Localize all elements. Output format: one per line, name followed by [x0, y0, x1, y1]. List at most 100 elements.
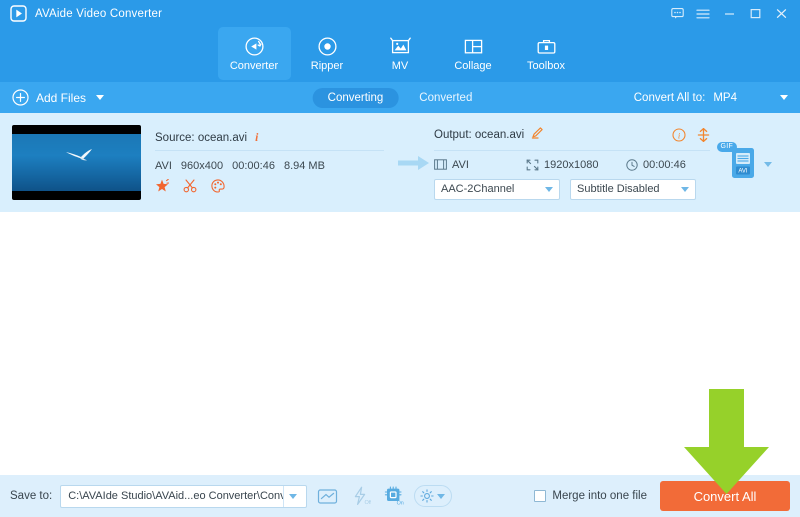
output-track-selects: AAC-2Channel Subtitle Disabled — [434, 178, 710, 200]
source-resolution: 960x400 — [180, 160, 224, 172]
maximize-icon[interactable] — [742, 3, 768, 25]
file-list-area — [0, 212, 800, 475]
audio-chevron-down-icon — [545, 186, 553, 192]
output-resolution-group: 1920x1080 — [526, 159, 626, 171]
tab-toolbox-label: Toolbox — [527, 59, 565, 72]
minimize-icon[interactable] — [716, 3, 742, 25]
converter-icon — [243, 36, 266, 58]
output-format-badge[interactable]: GIF AVI — [716, 141, 759, 182]
info-circle-icon[interactable]: i — [672, 127, 686, 142]
source-info-icon[interactable]: i — [255, 132, 258, 144]
svg-text:i: i — [678, 130, 681, 140]
subtitle-chevron-down-icon — [681, 186, 689, 192]
save-path-value: C:\AVAIde Studio\AVAid...eo Converter\Co… — [68, 490, 282, 502]
open-folder-icon[interactable] — [315, 485, 340, 508]
output-metadata: AVI 1920x1080 00:00:46 — [434, 159, 710, 171]
nav-tab-list: Converter Ripper MV Collage Toolbox — [217, 27, 583, 80]
output-resolution: 1920x1080 — [544, 158, 599, 171]
tab-converter-label: Converter — [229, 59, 279, 72]
collage-icon — [462, 36, 485, 58]
svg-text:On: On — [397, 501, 404, 506]
merge-checkbox-box — [534, 490, 547, 502]
tab-ripper[interactable]: Ripper — [291, 27, 364, 80]
add-files-chevron-down-icon[interactable] — [96, 95, 105, 100]
output-settings-pane: Output: ocean.avi i AVI 1920x1080 00:00:… — [434, 126, 710, 200]
output-header: Output: ocean.avi i — [434, 126, 710, 151]
application-window: AVAide Video Converter Converter Ripper … — [0, 0, 800, 517]
conversion-arrow — [394, 155, 434, 171]
merge-into-one-file-checkbox[interactable]: Merge into one file — [534, 490, 647, 502]
output-duration-group: 00:00:46 — [626, 159, 686, 171]
film-strip-icon — [434, 159, 447, 170]
source-info-pane: Source: ocean.avi i AVI 960x400 00:00:46… — [141, 132, 394, 193]
mv-icon — [389, 36, 412, 58]
subtitle-track-select[interactable]: Subtitle Disabled — [570, 178, 696, 200]
source-tool-icons — [155, 179, 384, 193]
source-duration: 00:00:46 — [232, 160, 275, 172]
trim-scissors-icon[interactable] — [183, 179, 197, 193]
save-to-label: Save to: — [10, 490, 53, 502]
convert-all-to-select[interactable]: MP4 — [713, 92, 788, 104]
tab-mv-label: MV — [391, 59, 409, 72]
merge-checkbox-label: Merge into one file — [552, 490, 647, 502]
output-duration: 00:00:46 — [643, 158, 686, 171]
tab-converted[interactable]: Converted — [404, 88, 487, 108]
gpu-chip-icon[interactable]: On — [381, 485, 406, 508]
tab-mv[interactable]: MV — [364, 27, 437, 80]
menu-icon[interactable] — [690, 3, 716, 25]
title-bar: AVAide Video Converter — [0, 0, 800, 27]
output-format-group: AVI — [434, 159, 526, 171]
video-thumbnail[interactable] — [12, 125, 141, 200]
settings-button[interactable] — [414, 485, 453, 507]
source-metadata: AVI 960x400 00:00:46 8.94 MB — [155, 160, 384, 172]
enhance-icon[interactable] — [155, 179, 169, 193]
save-path-field[interactable]: C:\AVAIde Studio\AVAid...eo Converter\Co… — [60, 484, 308, 508]
tab-toolbox[interactable]: Toolbox — [510, 27, 583, 80]
save-path-chevron-down-icon[interactable] — [282, 485, 303, 507]
app-title: AVAide Video Converter — [35, 7, 163, 20]
tab-collage-label: Collage — [454, 59, 492, 72]
queue-tabs: Converting Converted — [312, 87, 488, 108]
convert-all-to-value: MP4 — [713, 91, 737, 104]
lightning-icon[interactable]: Off — [348, 485, 373, 508]
feedback-icon[interactable] — [664, 3, 690, 25]
output-format-badge-group: GIF AVI — [710, 141, 788, 182]
thumbnail-subject-icon — [65, 148, 92, 160]
bottom-bar: Save to: C:\AVAIde Studio\AVAid...eo Con… — [0, 475, 800, 517]
format-badge-chevron-down-icon[interactable] — [763, 162, 772, 167]
svg-text:Off: Off — [365, 500, 372, 506]
pencil-edit-icon[interactable] — [531, 126, 544, 144]
tab-converter[interactable]: Converter — [217, 27, 291, 80]
audio-track-value: AAC-2Channel — [441, 183, 515, 195]
toolbox-icon — [535, 36, 558, 58]
source-header: Source: ocean.avi i — [155, 132, 384, 151]
file-item-row: Source: ocean.avi i AVI 960x400 00:00:46… — [0, 113, 800, 212]
right-arrow-icon — [398, 155, 429, 170]
save-path-caret-shape — [288, 493, 297, 499]
settings-chevron-down-icon — [437, 493, 446, 499]
close-icon[interactable] — [768, 3, 794, 25]
tab-converting[interactable]: Converting — [312, 87, 399, 108]
tab-ripper-label: Ripper — [310, 59, 344, 72]
subtitle-track-value: Subtitle Disabled — [577, 183, 660, 195]
add-files-label: Add Files — [36, 90, 87, 105]
format-badge-tag: GIF — [716, 141, 738, 152]
file-toolbar: Add Files Converting Converted Convert A… — [0, 82, 800, 113]
ripper-icon — [316, 36, 339, 58]
convert-all-button[interactable]: Convert All — [660, 481, 790, 511]
tab-collage[interactable]: Collage — [437, 27, 510, 80]
output-header-actions: i — [672, 127, 710, 142]
edit-palette-icon[interactable] — [211, 179, 225, 193]
audio-track-select[interactable]: AAC-2Channel — [434, 178, 560, 200]
thumbnail-image — [12, 134, 141, 191]
gear-icon — [420, 489, 434, 503]
source-format: AVI — [155, 160, 172, 172]
convert-all-to-group: Convert All to: MP4 — [634, 92, 788, 104]
merge-split-icon[interactable] — [697, 127, 710, 142]
main-navigation: Converter Ripper MV Collage Toolbox — [0, 27, 800, 82]
output-format: AVI — [452, 158, 469, 171]
svg-text:AVI: AVI — [738, 168, 748, 174]
clock-icon — [626, 158, 638, 171]
add-files-button[interactable]: Add Files — [12, 89, 105, 106]
resize-icon — [526, 159, 539, 171]
